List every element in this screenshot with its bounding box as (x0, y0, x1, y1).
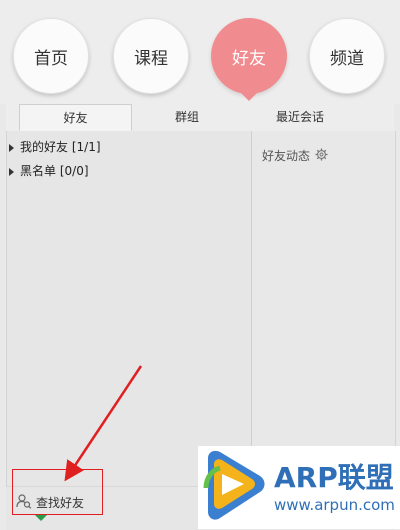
logo-play-icon (203, 450, 265, 520)
watermark-logo: ARP联盟 www.arpun.com (198, 446, 400, 529)
watermark-brand: ARP联盟 (274, 461, 394, 494)
watermark-url: www.arpun.com (274, 496, 395, 514)
